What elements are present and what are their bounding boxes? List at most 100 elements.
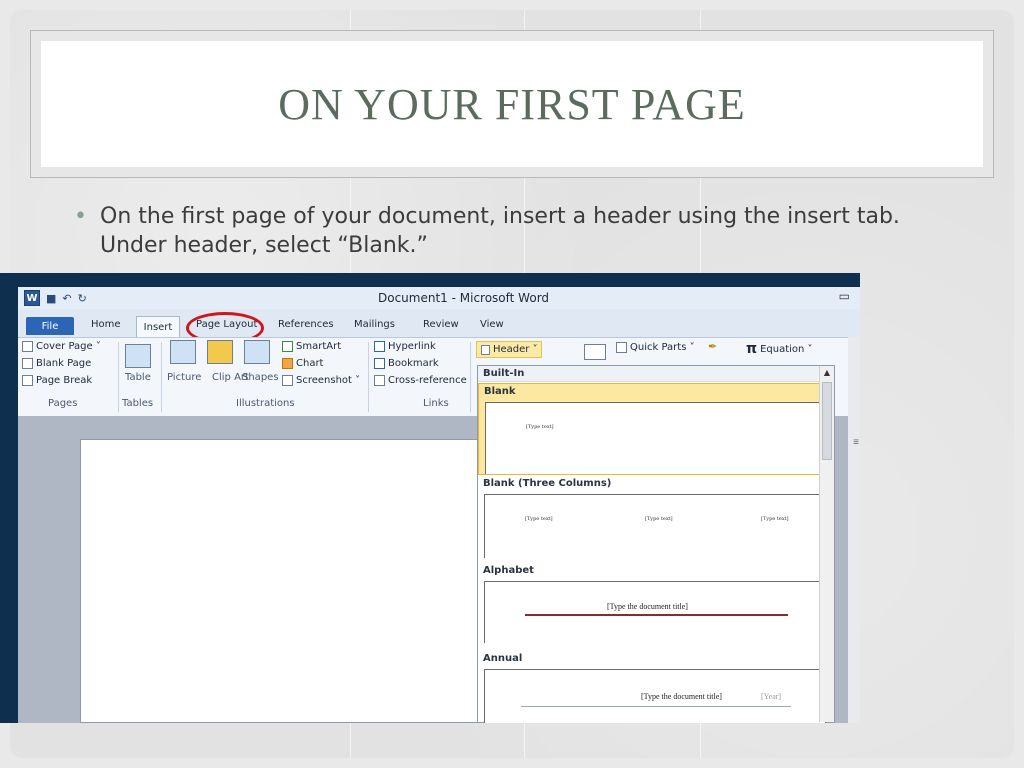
quick-parts-button[interactable]: Quick Parts ˅: [616, 342, 695, 353]
bookmark-label: Bookmark: [388, 358, 439, 369]
chart-label: Chart: [296, 358, 324, 369]
page-break-button[interactable]: Page Break: [22, 375, 92, 386]
scroll-grip-icon: ≡: [853, 437, 859, 448]
tab-review[interactable]: Review: [423, 319, 459, 330]
word-screenshot: W ■ ↶ ↻ Document1 - Microsoft Word ▭ Fil…: [0, 273, 860, 723]
scroll-thumb[interactable]: [822, 382, 832, 460]
blank-page-label: Blank Page: [36, 358, 92, 369]
signature-line-icon[interactable]: ✒: [708, 340, 717, 353]
header-preview: [Type text]: [485, 402, 827, 474]
bullet-list: • On the first page of your document, in…: [74, 202, 954, 260]
title-frame: ON YOUR FIRST PAGE: [30, 30, 994, 178]
gallery-scrollbar[interactable]: ▲: [819, 366, 834, 722]
screenshot-button[interactable]: Screenshot ˅: [282, 375, 360, 386]
hyperlink-label: Hyperlink: [388, 341, 436, 352]
bullet-marker: •: [74, 204, 87, 229]
quick-parts-label: Quick Parts ˅: [630, 342, 695, 353]
placeholder-text: [Type text]: [761, 516, 789, 522]
word-app-icon[interactable]: W: [24, 290, 40, 306]
tab-view[interactable]: View: [480, 319, 504, 330]
header-rule: [521, 706, 791, 707]
slide-title: ON YOUR FIRST PAGE: [278, 79, 746, 129]
tab-references[interactable]: References: [278, 319, 334, 330]
header-preview: [Type text] [Type text] [Type text]: [484, 494, 826, 558]
header-gallery: Built-In Blank [Type text] Blank (Three …: [477, 365, 835, 723]
group-label-illustrations: Illustrations: [236, 398, 295, 409]
placeholder-text: [Type text]: [645, 516, 673, 522]
page-break-label: Page Break: [36, 375, 93, 386]
picture-icon[interactable]: [170, 340, 196, 364]
ribbon-divider: [118, 342, 119, 412]
document-page[interactable]: [80, 439, 500, 723]
group-label-tables: Tables: [122, 398, 154, 409]
undo-icon[interactable]: ↶: [62, 292, 71, 305]
page-break-icon: [22, 375, 33, 386]
scroll-up-icon[interactable]: ▲: [822, 368, 832, 378]
header-option-blank-three-columns[interactable]: Blank (Three Columns) [Type text] [Type …: [478, 476, 826, 558]
smartart-icon: [282, 341, 293, 352]
placeholder-year: [Year]: [761, 692, 782, 701]
screenshot-icon: [282, 375, 293, 386]
equation-button[interactable]: π Equation ˅: [746, 341, 813, 357]
ribbon-divider: [368, 342, 369, 412]
equation-label: Equation ˅: [760, 343, 813, 355]
ribbon-divider: [470, 342, 471, 412]
chart-button[interactable]: Chart: [282, 358, 323, 369]
tab-insert[interactable]: Insert: [136, 316, 180, 337]
header-rule: [525, 614, 788, 616]
cover-page-button[interactable]: Cover Page ˅: [22, 341, 101, 352]
placeholder-title: [Type the document title]: [641, 692, 722, 701]
header-button-label: Header ˅: [493, 344, 538, 355]
tab-mailings[interactable]: Mailings: [354, 319, 395, 330]
cover-page-label: Cover Page ˅: [36, 341, 101, 352]
group-label-links: Links: [423, 398, 449, 409]
cross-reference-icon: [374, 375, 385, 386]
header-icon: [481, 344, 490, 355]
table-button-label[interactable]: Table: [125, 372, 151, 383]
quick-access-toolbar: W ■ ↶ ↻: [24, 290, 87, 306]
header-preview: [Type the document title] [Year]: [484, 669, 826, 723]
header-option-label: Alphabet: [483, 565, 534, 576]
cross-reference-button[interactable]: Cross-reference: [374, 375, 467, 386]
header-option-blank[interactable]: Blank [Type text]: [478, 383, 830, 475]
bookmark-button[interactable]: Bookmark: [374, 358, 439, 369]
bullet-text: On the first page of your document, inse…: [100, 204, 900, 258]
tab-file[interactable]: File: [26, 317, 74, 335]
tab-home[interactable]: Home: [91, 319, 121, 330]
vertical-scrollbar[interactable]: ≡: [848, 337, 860, 723]
bullet-item: • On the first page of your document, in…: [74, 202, 954, 260]
gallery-section-built-in: Built-In: [478, 366, 834, 382]
smartart-button[interactable]: SmartArt: [282, 341, 341, 352]
blank-page-icon: [22, 358, 33, 369]
placeholder-text: [Type text]: [526, 424, 554, 430]
group-label-pages: Pages: [48, 398, 78, 409]
placeholder-text: [Type text]: [525, 516, 553, 522]
redo-icon[interactable]: ↻: [78, 292, 87, 305]
title-bar: W ■ ↶ ↻ Document1 - Microsoft Word ▭: [18, 287, 860, 309]
clip-art-icon[interactable]: [207, 340, 233, 364]
header-option-label: Blank: [484, 386, 516, 397]
shapes-button-label[interactable]: Shapes: [242, 372, 279, 383]
header-preview: [Type the document title]: [484, 581, 826, 643]
hyperlink-button[interactable]: Hyperlink: [374, 341, 436, 352]
table-icon[interactable]: [125, 344, 151, 368]
quick-parts-icon: [616, 342, 627, 353]
ribbon-divider: [161, 342, 162, 412]
placeholder-title: [Type the document title]: [607, 602, 688, 611]
ribbon-tabs: File Home Insert Page Layout References …: [18, 312, 860, 344]
header-option-alphabet[interactable]: Alphabet [Type the document title]: [478, 563, 826, 645]
hyperlink-icon: [374, 341, 385, 352]
picture-button-label[interactable]: Picture: [167, 372, 201, 383]
smartart-label: SmartArt: [296, 341, 342, 352]
window-title: Document1 - Microsoft Word: [378, 291, 550, 305]
minimize-icon[interactable]: ▭: [839, 289, 850, 303]
header-option-annual[interactable]: Annual [Type the document title] [Year]: [478, 651, 826, 723]
header-button[interactable]: Header ˅: [476, 341, 542, 358]
cover-page-icon: [22, 341, 33, 352]
blank-page-button[interactable]: Blank Page: [22, 358, 91, 369]
header-option-label: Annual: [483, 653, 523, 664]
text-box-icon[interactable]: [584, 344, 606, 360]
shapes-icon[interactable]: [244, 340, 270, 364]
save-icon[interactable]: ■: [46, 292, 56, 305]
header-option-label: Blank (Three Columns): [483, 478, 612, 489]
